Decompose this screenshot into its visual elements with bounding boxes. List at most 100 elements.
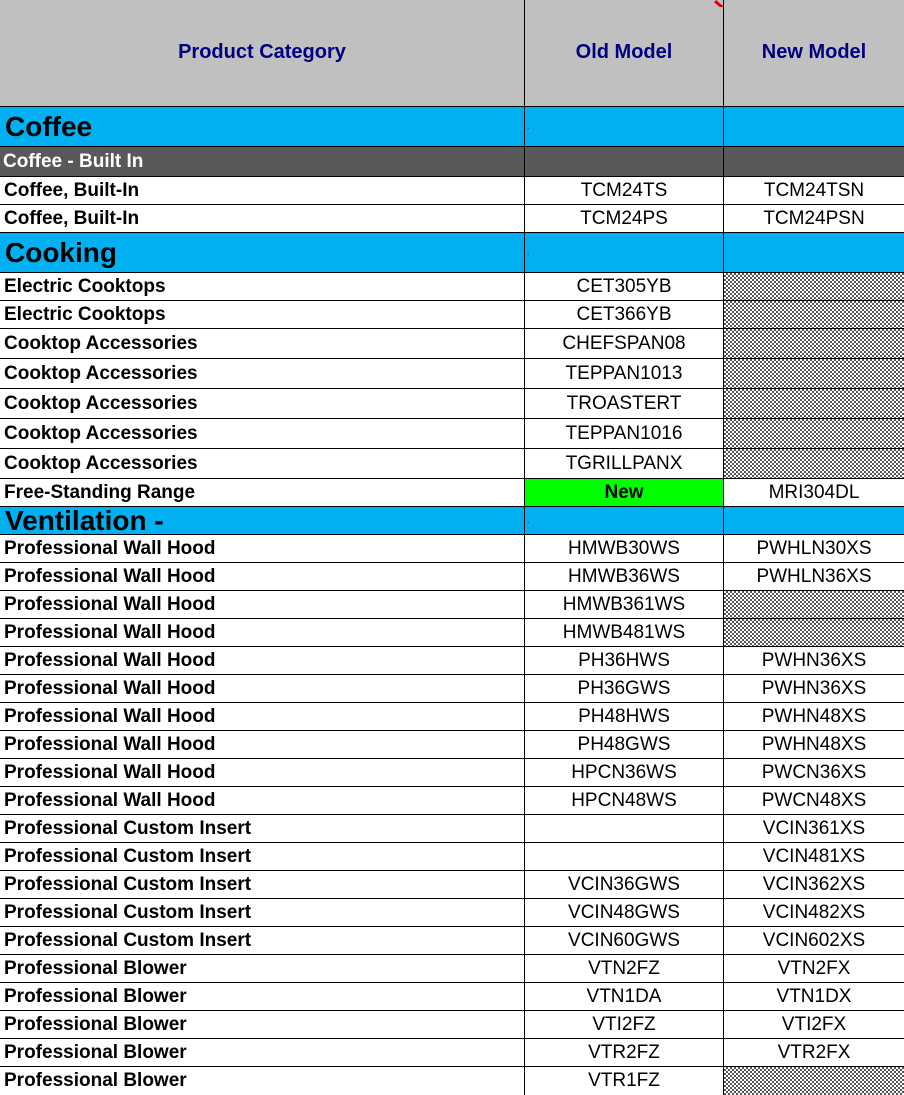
category-cell[interactable]: Professional Wall Hood — [0, 675, 525, 702]
new-model-cell[interactable]: PWHN36XS — [724, 647, 904, 674]
new-model-cell-hatched[interactable] — [724, 301, 904, 328]
section-cell-empty[interactable] — [724, 107, 904, 146]
old-model-cell[interactable]: PH48HWS — [525, 703, 724, 730]
new-model-cell[interactable]: VCIN361XS — [724, 815, 904, 842]
old-model-cell[interactable]: PH48GWS — [525, 731, 724, 758]
subsection-title[interactable]: Coffee - Built In — [0, 147, 525, 176]
new-model-cell[interactable]: PWHLN36XS — [724, 563, 904, 590]
new-model-cell-hatched[interactable] — [724, 449, 904, 478]
section-title-cooking[interactable]: Cooking — [0, 233, 525, 272]
category-cell[interactable]: Professional Blower — [0, 955, 525, 982]
old-model-cell[interactable]: HMWB36WS — [525, 563, 724, 590]
new-model-cell-hatched[interactable] — [724, 419, 904, 448]
new-model-cell-hatched[interactable] — [724, 273, 904, 300]
category-cell[interactable]: Professional Custom Insert — [0, 815, 525, 842]
new-tag-cell[interactable]: New — [525, 479, 724, 506]
category-cell[interactable]: Professional Wall Hood — [0, 619, 525, 646]
old-model-cell[interactable]: HPCN36WS — [525, 759, 724, 786]
old-model-cell[interactable]: CET366YB — [525, 301, 724, 328]
old-model-cell[interactable]: TCM24PS — [525, 205, 724, 232]
category-cell[interactable]: Coffee, Built-In — [0, 177, 525, 204]
old-model-cell[interactable]: VTR1FZ — [525, 1067, 724, 1095]
category-cell[interactable]: Free-Standing Range — [0, 479, 525, 506]
old-model-cell[interactable]: HMWB481WS — [525, 619, 724, 646]
old-model-cell[interactable]: VTI2FZ — [525, 1011, 724, 1038]
new-model-cell[interactable]: VCIN482XS — [724, 899, 904, 926]
old-model-cell[interactable]: VCIN36GWS — [525, 871, 724, 898]
new-model-cell[interactable]: MRI304DL — [724, 479, 904, 506]
new-model-cell[interactable]: PWHN48XS — [724, 731, 904, 758]
category-cell[interactable]: Cooktop Accessories — [0, 329, 525, 358]
new-model-cell-hatched[interactable] — [724, 1067, 904, 1095]
new-model-cell-hatched[interactable] — [724, 389, 904, 418]
category-cell[interactable]: Professional Wall Hood — [0, 563, 525, 590]
new-model-cell[interactable]: VTI2FX — [724, 1011, 904, 1038]
new-model-cell[interactable]: VTN2FX — [724, 955, 904, 982]
header-new-model[interactable]: New Model — [724, 0, 904, 106]
new-model-cell-hatched[interactable] — [724, 329, 904, 358]
new-model-cell[interactable]: VCIN481XS — [724, 843, 904, 870]
category-cell[interactable]: Professional Blower — [0, 1067, 525, 1095]
new-model-cell-hatched[interactable] — [724, 619, 904, 646]
category-cell[interactable]: Professional Blower — [0, 1011, 525, 1038]
old-model-cell[interactable]: VTR2FZ — [525, 1039, 724, 1066]
new-model-cell[interactable]: VTR2FX — [724, 1039, 904, 1066]
old-model-cell[interactable] — [525, 815, 724, 842]
old-model-cell[interactable]: HMWB361WS — [525, 591, 724, 618]
category-cell[interactable]: Coffee, Built-In — [0, 205, 525, 232]
category-cell[interactable]: Professional Wall Hood — [0, 591, 525, 618]
old-model-cell[interactable]: TEPPAN1013 — [525, 359, 724, 388]
header-old-model[interactable]: Old Model — [525, 0, 724, 106]
new-model-cell[interactable]: PWCN36XS — [724, 759, 904, 786]
new-model-cell[interactable]: TCM24PSN — [724, 205, 904, 232]
category-cell[interactable]: Professional Wall Hood — [0, 535, 525, 562]
section-dot[interactable]: . — [525, 107, 724, 146]
old-model-cell[interactable]: CET305YB — [525, 273, 724, 300]
category-cell[interactable]: Professional Wall Hood — [0, 759, 525, 786]
category-cell[interactable]: Electric Cooktops — [0, 273, 525, 300]
old-model-cell[interactable]: HPCN48WS — [525, 787, 724, 814]
category-cell[interactable]: Electric Cooktops — [0, 301, 525, 328]
old-model-cell[interactable]: TCM24TS — [525, 177, 724, 204]
category-cell[interactable]: Professional Blower — [0, 983, 525, 1010]
old-model-cell[interactable] — [525, 843, 724, 870]
category-cell[interactable]: Professional Blower — [0, 1039, 525, 1066]
old-model-cell[interactable]: TEPPAN1016 — [525, 419, 724, 448]
old-model-cell[interactable]: TROASTERT — [525, 389, 724, 418]
old-model-cell[interactable]: PH36HWS — [525, 647, 724, 674]
new-model-cell[interactable]: VCIN602XS — [724, 927, 904, 954]
category-cell[interactable]: Professional Custom Insert — [0, 899, 525, 926]
old-model-cell[interactable]: TGRILLPANX — [525, 449, 724, 478]
section-dot[interactable]: . — [525, 233, 724, 272]
section-dot[interactable]: . — [525, 507, 724, 534]
category-cell[interactable]: Professional Custom Insert — [0, 843, 525, 870]
new-model-cell[interactable]: PWHN48XS — [724, 703, 904, 730]
old-model-cell[interactable]: CHEFSPAN08 — [525, 329, 724, 358]
category-cell[interactable]: Professional Wall Hood — [0, 647, 525, 674]
new-model-cell[interactable]: PWCN48XS — [724, 787, 904, 814]
old-model-cell[interactable]: HMWB30WS — [525, 535, 724, 562]
category-cell[interactable]: Cooktop Accessories — [0, 419, 525, 448]
category-cell[interactable]: Cooktop Accessories — [0, 359, 525, 388]
section-title-ventilation[interactable]: Ventilation - — [0, 507, 525, 534]
section-cell-empty[interactable] — [724, 507, 904, 534]
new-model-cell-hatched[interactable] — [724, 359, 904, 388]
old-model-cell[interactable]: VCIN60GWS — [525, 927, 724, 954]
section-title-coffee[interactable]: Coffee — [0, 107, 525, 146]
category-cell[interactable]: Professional Wall Hood — [0, 787, 525, 814]
category-cell[interactable]: Professional Wall Hood — [0, 731, 525, 758]
category-cell[interactable]: Professional Wall Hood — [0, 703, 525, 730]
new-model-cell-hatched[interactable] — [724, 591, 904, 618]
category-cell[interactable]: Professional Custom Insert — [0, 871, 525, 898]
new-model-cell[interactable]: PWHLN30XS — [724, 535, 904, 562]
subsection-cell-empty[interactable] — [724, 147, 904, 176]
category-cell[interactable]: Cooktop Accessories — [0, 449, 525, 478]
new-model-cell[interactable]: VCIN362XS — [724, 871, 904, 898]
header-product-category[interactable]: Product Category — [0, 0, 525, 106]
new-model-cell[interactable]: VTN1DX — [724, 983, 904, 1010]
old-model-cell[interactable]: PH36GWS — [525, 675, 724, 702]
old-model-cell[interactable]: VTN1DA — [525, 983, 724, 1010]
new-model-cell[interactable]: PWHN36XS — [724, 675, 904, 702]
category-cell[interactable]: Cooktop Accessories — [0, 389, 525, 418]
new-model-cell[interactable]: TCM24TSN — [724, 177, 904, 204]
